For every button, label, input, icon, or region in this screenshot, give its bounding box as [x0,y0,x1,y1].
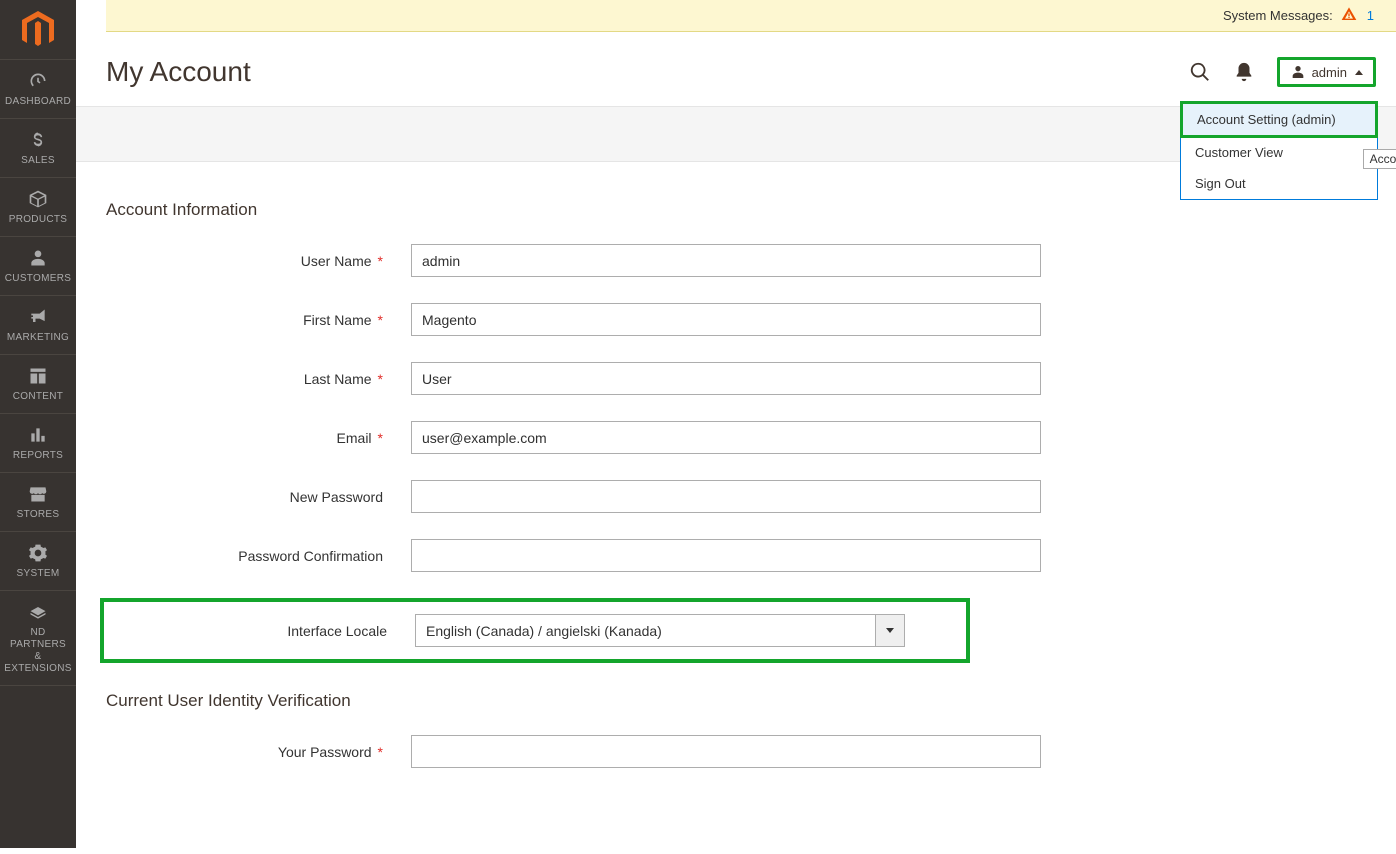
sidebar-item-partners[interactable]: ND PARTNERS & EXTENSIONS [0,591,76,686]
dropdown-item-customer-view[interactable]: Customer View [1181,137,1377,168]
search-icon[interactable] [1189,61,1211,83]
sidebar-item-label: DASHBOARD [5,96,71,108]
input-passwordconfirm[interactable] [411,539,1041,572]
input-firstname[interactable] [411,303,1041,336]
app-logo[interactable] [0,0,76,60]
blocks-icon [28,601,48,623]
system-messages-label: System Messages: [1223,8,1333,23]
row-email: Email* [106,421,1366,454]
admin-dropdown: Account Setting (admin) Customer View Si… [1180,101,1378,200]
input-newpassword[interactable] [411,480,1041,513]
sidebar-item-products[interactable]: PRODUCTS [0,178,76,237]
box-icon [28,188,48,210]
sidebar-item-label: STORES [17,509,60,521]
sidebar-item-label: CONTENT [13,391,63,403]
label-passwordconfirm: Password Confirmation [106,548,411,564]
sidebar-item-label: SALES [21,155,55,167]
sidebar-item-label: REPORTS [13,450,63,462]
section-title-account-info: Account Information [106,200,1366,220]
sidebar-item-marketing[interactable]: MARKETING [0,296,76,355]
layout-icon [28,365,48,387]
input-email[interactable] [411,421,1041,454]
sidebar-item-content[interactable]: CONTENT [0,355,76,414]
input-username[interactable] [411,244,1041,277]
system-messages-count[interactable]: 1 [1367,8,1374,23]
sidebar-item-dashboard[interactable]: DASHBOARD [0,60,76,119]
main-content: System Messages: 1 My Account admin Acco… [76,0,1396,854]
page-header: My Account admin Account Setting (admin)… [76,32,1396,106]
system-messages-bar: System Messages: 1 [106,0,1396,32]
admin-account-button[interactable]: admin [1277,57,1376,87]
label-newpassword: New Password [106,489,411,505]
row-firstname: First Name* [106,303,1366,336]
sidebar-item-reports[interactable]: REPORTS [0,414,76,473]
tooltip: Account [1363,149,1396,169]
row-lastname: Last Name* [106,362,1366,395]
sidebar-item-sales[interactable]: SALES [0,119,76,178]
sidebar-item-system[interactable]: SYSTEM [0,532,76,591]
form-area: Account Information User Name* First Nam… [76,162,1396,854]
gear-icon [28,542,48,564]
person-icon [28,247,48,269]
header-tools: admin Account Setting (admin) Customer V… [1189,57,1376,87]
sidebar-item-label: ND PARTNERS & EXTENSIONS [2,627,74,675]
label-username: User Name* [106,253,411,269]
row-yourpassword: Your Password* [106,735,1366,768]
label-email: Email* [106,430,411,446]
label-firstname: First Name* [106,312,411,328]
store-icon [28,483,48,505]
dropdown-item-sign-out[interactable]: Sign Out [1181,168,1377,199]
sidebar-item-label: SYSTEM [17,568,60,580]
warning-icon [1341,6,1357,25]
input-lastname[interactable] [411,362,1041,395]
locale-select[interactable]: English (Canada) / angielski (Kanada) [415,614,905,647]
gauge-icon [28,70,48,92]
dropdown-item-account-setting[interactable]: Account Setting (admin) [1180,101,1378,138]
row-passwordconfirm: Password Confirmation [106,539,1366,572]
locale-select-value: English (Canada) / angielski (Kanada) [415,614,875,647]
admin-sidebar: DASHBOARD SALES PRODUCTS CUSTOMERS MARKE… [0,0,76,848]
locale-dropdown-button[interactable] [875,614,905,647]
sidebar-item-stores[interactable]: STORES [0,473,76,532]
dollar-icon [28,129,48,151]
label-yourpassword: Your Password* [106,744,411,760]
row-newpassword: New Password [106,480,1366,513]
section-title-verification: Current User Identity Verification [106,691,1366,711]
label-lastname: Last Name* [106,371,411,387]
person-icon [1290,64,1306,80]
sidebar-item-label: CUSTOMERS [5,273,71,285]
row-interface-locale: Interface Locale English (Canada) / angi… [100,598,970,663]
barchart-icon [28,424,48,446]
magento-logo-icon [22,11,54,49]
page-title: My Account [106,56,251,88]
admin-label: admin [1312,65,1347,80]
row-username: User Name* [106,244,1366,277]
label-locale: Interface Locale [104,623,415,639]
input-yourpassword[interactable] [411,735,1041,768]
notifications-icon[interactable] [1233,61,1255,83]
sidebar-item-customers[interactable]: CUSTOMERS [0,237,76,296]
caret-up-icon [1355,70,1363,75]
caret-down-icon [886,628,894,633]
sidebar-item-label: MARKETING [7,332,69,344]
sidebar-item-label: PRODUCTS [9,214,68,226]
megaphone-icon [28,306,48,328]
